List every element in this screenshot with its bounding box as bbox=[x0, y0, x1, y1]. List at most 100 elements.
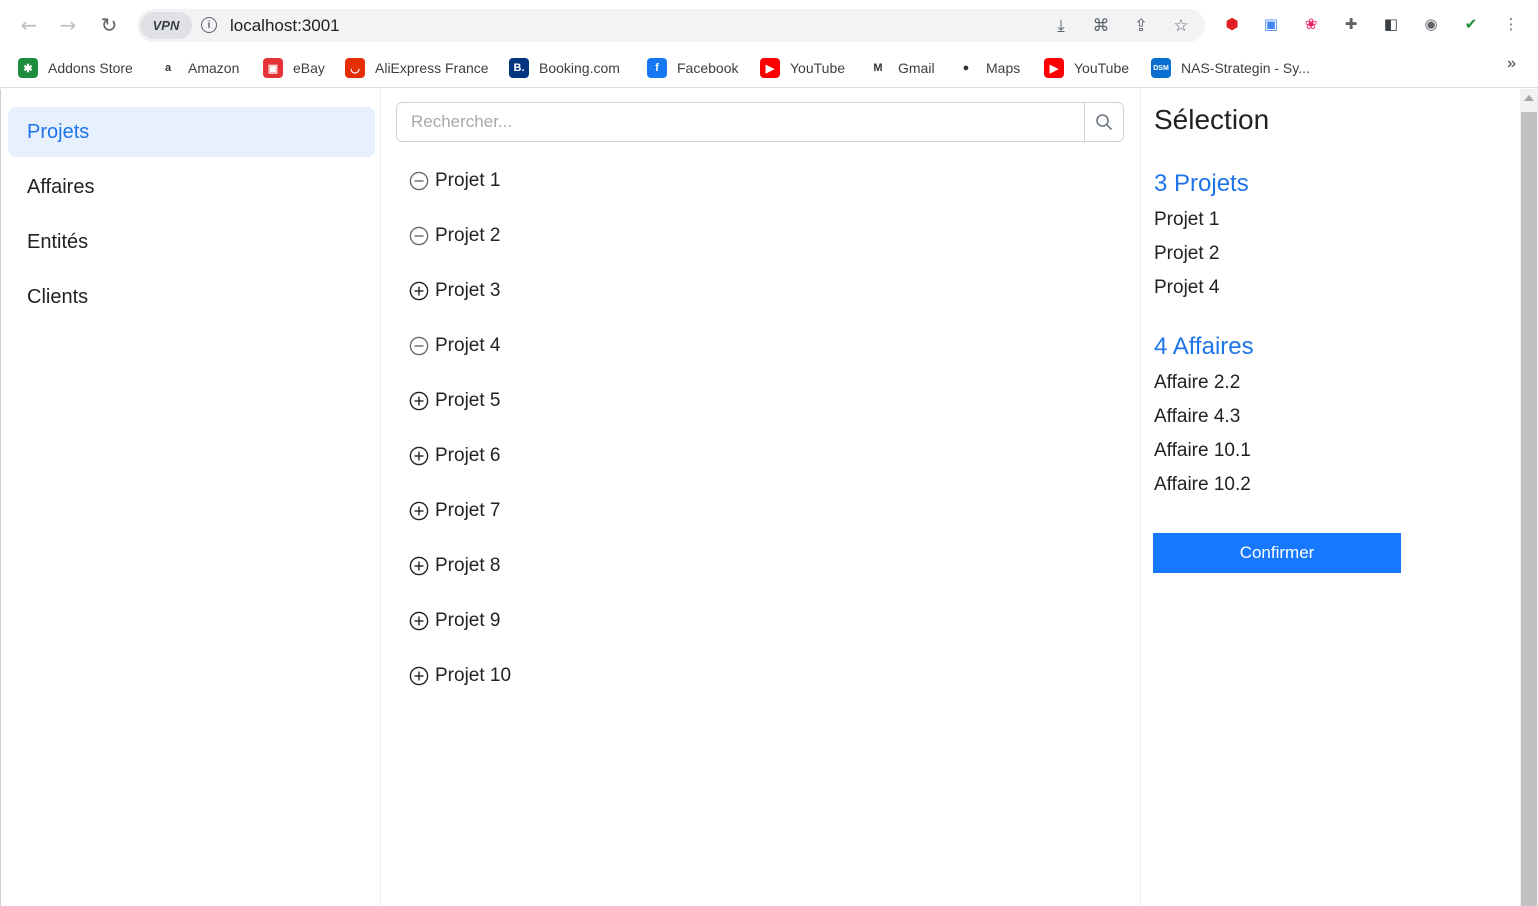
bookmark-item[interactable]: ◡ AliExpress France bbox=[345, 56, 489, 80]
project-label: Projet 10 bbox=[435, 665, 512, 686]
sidebar-item-projets[interactable]: Projets bbox=[8, 107, 375, 157]
gmail-icon: M bbox=[868, 58, 888, 78]
bookmark-label: eBay bbox=[293, 60, 325, 76]
project-row[interactable]: Projet 8 bbox=[409, 551, 500, 581]
booking-icon: B. bbox=[509, 58, 529, 78]
bookmark-item[interactable]: ● Maps bbox=[956, 56, 1020, 80]
youtube-icon: ▶ bbox=[760, 58, 780, 78]
project-label: Projet 7 bbox=[435, 500, 501, 521]
bookmark-item[interactable]: ▶ YouTube bbox=[760, 56, 845, 80]
bookmark-label: NAS-Strategin - Sy... bbox=[1181, 60, 1310, 76]
bookmark-item[interactable]: f Facebook bbox=[647, 56, 738, 80]
selected-affaire-item: Affaire 4.3 bbox=[1154, 406, 1241, 427]
bookmarks-bar: ✱ Addons Store a Amazon ▣ eBay ◡ AliExpress Fra… bbox=[0, 50, 1538, 88]
search-input[interactable] bbox=[397, 103, 1085, 141]
selected-affaires-heading: 4 Affaires bbox=[1154, 333, 1254, 360]
search-box bbox=[396, 102, 1124, 142]
project-label: Projet 6 bbox=[435, 445, 501, 466]
plus-circle-icon[interactable] bbox=[409, 611, 429, 631]
project-row[interactable]: Projet 6 bbox=[409, 441, 500, 471]
bookmark-label: Booking.com bbox=[539, 60, 620, 76]
security-check-icon[interactable]: ✔ bbox=[1460, 13, 1482, 35]
project-row[interactable]: Projet 4 bbox=[409, 331, 500, 361]
plus-circle-icon[interactable] bbox=[409, 556, 429, 576]
color-wheel-extension-icon[interactable]: ❀ bbox=[1300, 13, 1322, 35]
shield-extension-icon[interactable]: ⬢ bbox=[1221, 13, 1243, 35]
bookmark-label: Facebook bbox=[677, 60, 739, 76]
project-label: Projet 5 bbox=[435, 390, 501, 411]
forward-arrow-icon[interactable]: → bbox=[55, 12, 81, 38]
ebay-icon: ▣ bbox=[263, 58, 283, 78]
bookmark-label: Maps bbox=[986, 60, 1021, 76]
bookmark-item[interactable]: DSM NAS-Strategin - Sy... bbox=[1151, 56, 1310, 80]
menu-kebab-icon[interactable]: ⋮ bbox=[1500, 13, 1522, 35]
side-panel-icon[interactable]: ◧ bbox=[1380, 13, 1402, 35]
scroll-up-arrow-icon[interactable] bbox=[1524, 95, 1534, 101]
project-row[interactable]: Projet 1 bbox=[409, 166, 500, 196]
app-page: Projets Affaires Entités Clients Projet … bbox=[0, 89, 1520, 906]
site-info-icon[interactable]: i bbox=[201, 17, 217, 33]
scrollbar-thumb[interactable] bbox=[1521, 112, 1537, 906]
minus-circle-icon[interactable] bbox=[409, 336, 429, 356]
search-icon bbox=[1096, 114, 1112, 130]
youtube-icon: ▶ bbox=[1044, 58, 1064, 78]
plus-circle-icon[interactable] bbox=[409, 666, 429, 686]
selected-projects-heading: 3 Projets bbox=[1154, 170, 1249, 197]
sidebar-item-entites[interactable]: Entités bbox=[8, 217, 375, 267]
project-row[interactable]: Projet 5 bbox=[409, 386, 500, 416]
bookmark-label: Addons Store bbox=[48, 60, 133, 76]
bookmark-item[interactable]: ▣ eBay bbox=[263, 56, 325, 80]
plus-circle-icon[interactable] bbox=[409, 446, 429, 466]
sidebar-item-clients[interactable]: Clients bbox=[8, 272, 375, 322]
plus-circle-icon[interactable] bbox=[409, 281, 429, 301]
bookmark-item[interactable]: ▶ YouTube bbox=[1044, 56, 1129, 80]
address-bar[interactable]: VPN i localhost:3001 ⤓ ⌘ ⇪ ☆ bbox=[137, 9, 1205, 42]
selected-affaire-item: Affaire 10.2 bbox=[1154, 474, 1251, 495]
addons-store-icon: ✱ bbox=[18, 58, 38, 78]
back-arrow-icon[interactable]: ← bbox=[16, 12, 42, 38]
bookmarks-more-button[interactable]: » bbox=[1507, 55, 1516, 73]
bookmark-item[interactable]: ✱ Addons Store bbox=[18, 56, 133, 80]
url-text[interactable]: localhost:3001 bbox=[230, 16, 340, 36]
selected-project-item: Projet 4 bbox=[1154, 277, 1220, 298]
project-label: Projet 3 bbox=[435, 280, 501, 301]
minus-circle-icon[interactable] bbox=[409, 171, 429, 191]
install-icon[interactable]: ⤓ bbox=[1050, 15, 1072, 37]
minus-circle-icon[interactable] bbox=[409, 226, 429, 246]
extensions-puzzle-icon[interactable]: ✚ bbox=[1340, 13, 1362, 35]
amazon-icon: a bbox=[158, 58, 178, 78]
share-icon[interactable]: ⇪ bbox=[1130, 15, 1152, 37]
project-label: Projet 9 bbox=[435, 610, 501, 631]
profile-avatar-icon[interactable]: ◉ bbox=[1420, 13, 1442, 35]
project-row[interactable]: Projet 9 bbox=[409, 606, 500, 636]
vpn-badge[interactable]: VPN bbox=[140, 12, 192, 39]
google-translate-extension-icon[interactable]: ▣ bbox=[1260, 13, 1282, 35]
browser-toolbar: ← → ↻ VPN i localhost:3001 ⤓ ⌘ ⇪ ☆ ⬢ ▣ ❀… bbox=[0, 0, 1538, 50]
reload-icon[interactable]: ↻ bbox=[96, 12, 122, 38]
plus-circle-icon[interactable] bbox=[409, 391, 429, 411]
aliexpress-icon: ◡ bbox=[345, 58, 365, 78]
search-button[interactable] bbox=[1084, 103, 1123, 141]
selection-panel: Sélection 3 Projets Projet 1 Projet 2 Pr… bbox=[1141, 89, 1521, 906]
bookmark-item[interactable]: a Amazon bbox=[158, 56, 239, 80]
project-row[interactable]: Projet 3 bbox=[409, 276, 500, 306]
maps-icon: ● bbox=[956, 58, 976, 78]
plus-circle-icon[interactable] bbox=[409, 501, 429, 521]
bookmark-label: Gmail bbox=[898, 60, 935, 76]
bookmark-star-icon[interactable]: ☆ bbox=[1170, 15, 1192, 37]
confirm-button[interactable]: Confirmer bbox=[1153, 533, 1401, 573]
bookmark-label: YouTube bbox=[790, 60, 846, 76]
selected-affaire-item: Affaire 2.2 bbox=[1154, 372, 1241, 393]
bookmark-label: YouTube bbox=[1074, 60, 1130, 76]
translate-icon[interactable]: ⌘ bbox=[1090, 15, 1112, 37]
bookmark-label: Amazon bbox=[188, 60, 240, 76]
vertical-scrollbar[interactable] bbox=[1520, 89, 1538, 906]
project-row[interactable]: Projet 7 bbox=[409, 496, 500, 526]
sidebar-item-affaires[interactable]: Affaires bbox=[8, 162, 375, 212]
project-row[interactable]: Projet 10 bbox=[409, 661, 511, 691]
project-row[interactable]: Projet 2 bbox=[409, 221, 500, 251]
project-label: Projet 4 bbox=[435, 335, 501, 356]
bookmark-item[interactable]: B. Booking.com bbox=[509, 56, 620, 80]
project-label: Projet 2 bbox=[435, 225, 501, 246]
bookmark-item[interactable]: M Gmail bbox=[868, 56, 935, 80]
